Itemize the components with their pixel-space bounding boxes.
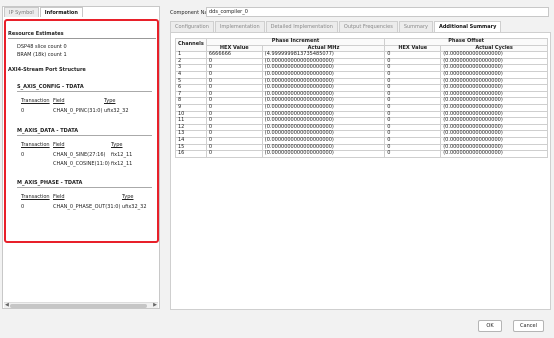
off-cycles-cell: (0.0000000000000000) [440, 136, 548, 145]
ok-button[interactable]: OK [478, 320, 502, 332]
component-name-input[interactable]: dds_compiler_0 [206, 7, 549, 17]
divider [17, 91, 152, 92]
phase-col-field: Field [53, 194, 65, 200]
inc-hex-cell: 0 [205, 97, 263, 105]
off-hex-cell: 0 [384, 64, 442, 72]
phase-table-body: 1 6666666 (4.9999999813735485077) 0 (0.00000… [175, 51, 548, 158]
inc-hex-cell: 0 [205, 123, 263, 132]
table-row: 14 0 (0.0000000000000000000) 0 (0.0000000000… [175, 136, 548, 145]
off-hex-cell: 0 [384, 84, 442, 92]
divider [17, 135, 152, 136]
channels-header: Channels [175, 37, 207, 53]
inc-hex-cell: 0 [205, 150, 263, 158]
tab-ip-symbol[interactable]: IP Symbol [4, 7, 39, 17]
data-col-type: Type [111, 142, 123, 148]
off-hex-cell: 0 [384, 130, 442, 138]
config-type: ufix32_32 [104, 108, 129, 114]
off-hex-cell: 0 [384, 90, 442, 99]
divider [17, 187, 152, 188]
inc-hex-cell: 0 [205, 130, 263, 138]
divider [8, 38, 156, 39]
left-tab-bar: IP Symbol Information [4, 7, 84, 17]
off-hex-cell: 0 [384, 97, 442, 105]
inc-hex-cell: 0 [205, 84, 263, 92]
inc-hex-cell: 0 [205, 90, 263, 99]
table-row: 16 0 (0.0000000000000000000) 0 (0.0000000000… [175, 150, 548, 158]
config-col-transaction: Transaction [21, 98, 50, 104]
scroll-right-icon[interactable]: ▶ [153, 302, 157, 308]
data-transaction: 0 [21, 152, 25, 158]
off-hex-cell: 0 [384, 150, 442, 158]
off-hex-cell: 0 [384, 110, 442, 119]
tab-information[interactable]: Information [39, 7, 83, 17]
scrollbar-thumb[interactable] [10, 304, 147, 308]
data-type-sine: fix12_11 [111, 152, 133, 158]
right-tab-bar: Configuration Implementation Detailed Im… [170, 21, 502, 32]
config-col-field: Field [53, 98, 65, 104]
configuration-panel: Component Name dds_compiler_0 Configurat… [168, 6, 551, 310]
horizontal-scrollbar[interactable]: ◀ ▶ [4, 302, 158, 308]
phase-table: Channels Phase Increment Phase Offset HE… [175, 37, 548, 158]
data-col-transaction: Transaction [21, 142, 50, 148]
config-transaction: 0 [21, 108, 25, 114]
tab-detailed-implementation[interactable]: Detailed Implementation [265, 21, 338, 32]
config-title: S_AXIS_CONFIG - TDATA [17, 84, 84, 90]
tab-output-frequencies[interactable]: Output Frequencies [338, 21, 398, 32]
tab-additional-summary[interactable]: Additional Summary [433, 21, 502, 32]
config-col-type: Type [104, 98, 116, 104]
axi-title: AXI4-Stream Port Structure [8, 67, 86, 73]
phase-title: M_AXIS_PHASE - TDATA [17, 180, 83, 186]
inc-hex-cell: 0 [205, 64, 263, 72]
inc-hex-cell: 0 [205, 110, 263, 119]
data-field-cosine: CHAN_0_COSINE(11:0) [53, 161, 110, 167]
data-field-sine: CHAN_0_SINE(27:16) [53, 152, 106, 158]
inc-hex-cell: 0 [205, 136, 263, 145]
tab-summary[interactable]: Summary [398, 21, 433, 32]
inc-mhz-cell: (0.0000000000000000000) [261, 136, 386, 145]
off-hex-cell: 0 [384, 143, 442, 152]
inc-hex-cell: 0 [205, 57, 263, 66]
data-title: M_AXIS_DATA - TDATA [17, 128, 79, 134]
resource-title: Resource Estimates [8, 31, 64, 37]
config-field: CHAN_0_PINC(31:0) [53, 108, 103, 114]
off-hex-cell: 0 [384, 70, 442, 79]
inc-hex-cell: 6666666 [205, 51, 263, 59]
off-hex-cell: 0 [384, 77, 442, 86]
inc-hex-cell: 0 [205, 143, 263, 152]
inc-mhz-cell: (0.0000000000000000000) [261, 150, 386, 158]
dsp-count: DSP48 slice count 0 [17, 44, 67, 50]
phase-col-type: Type [122, 194, 134, 200]
off-hex-cell: 0 [384, 117, 442, 125]
inc-hex-cell: 0 [205, 77, 263, 86]
data-col-field: Field [53, 142, 65, 148]
phase-type: ufix32_32 [122, 204, 147, 210]
scroll-left-icon[interactable]: ◀ [5, 302, 9, 308]
inc-hex-cell: 0 [205, 103, 263, 112]
additional-summary-body: Channels Phase Increment Phase Offset HE… [170, 32, 551, 310]
phase-col-transaction: Transaction [21, 194, 50, 200]
channel-cell: 16 [175, 150, 207, 158]
data-type-cosine: fix12_11 [111, 161, 133, 167]
bram-count: BRAM (18k) count 1 [17, 52, 67, 58]
phase-field: CHAN_0_PHASE_OUT(31:0) [53, 204, 121, 210]
off-hex-header: HEX Value [384, 44, 442, 53]
inc-hex-cell: 0 [205, 117, 263, 125]
phase-transaction: 0 [21, 204, 25, 210]
off-hex-cell: 0 [384, 57, 442, 66]
off-hex-cell: 0 [384, 123, 442, 132]
tab-configuration[interactable]: Configuration [170, 21, 214, 32]
off-cycles-cell: (0.0000000000000000) [440, 150, 548, 158]
channel-cell: 14 [175, 136, 207, 145]
tab-implementation[interactable]: Implementation [214, 21, 265, 32]
off-hex-cell: 0 [384, 51, 442, 59]
off-hex-cell: 0 [384, 103, 442, 112]
off-hex-cell: 0 [384, 136, 442, 145]
cancel-button[interactable]: Cancel [513, 320, 544, 332]
inc-hex-cell: 0 [205, 70, 263, 79]
